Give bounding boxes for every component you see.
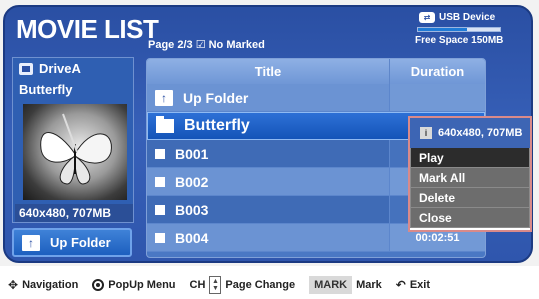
footer-navigation: Navigation	[22, 278, 79, 291]
checkbox[interactable]	[155, 176, 165, 187]
exit-icon: ↶	[395, 277, 406, 292]
drive-icon	[19, 62, 33, 75]
usb-device-label: USB Device	[439, 12, 496, 23]
menu-item-delete[interactable]: Delete	[410, 188, 530, 208]
drive-row: DriveA	[13, 58, 133, 76]
menu-item-mark-all[interactable]: Mark All	[410, 168, 530, 188]
ch-key: CH	[189, 278, 206, 291]
popup-info-text: 640x480, 707MB	[438, 127, 523, 139]
checkbox[interactable]	[155, 204, 165, 215]
info-icon: i	[420, 127, 432, 139]
row-duration	[389, 84, 485, 111]
drive-name: DriveA	[39, 61, 81, 76]
ok-button-icon	[92, 278, 105, 291]
usb-status: ⇄ USB Device Free Space 150MB	[415, 12, 511, 56]
usb-usage-fill	[418, 28, 468, 31]
table-header: Title Duration	[147, 59, 485, 84]
up-folder-button[interactable]: ↑ Up Folder	[12, 228, 132, 257]
footer-page-change: Page Change	[225, 278, 296, 291]
up-folder-button-label: Up Folder	[50, 235, 111, 250]
footer-mark: Mark	[356, 278, 382, 291]
key-guide: ✥ Navigation PopUp Menu CH ▲ ▼ Page Chang…	[0, 270, 539, 299]
row-title: B003	[175, 201, 209, 218]
row-title: B002	[175, 173, 209, 190]
row-title: B004	[175, 229, 209, 246]
folder-up-icon: ↑	[155, 89, 173, 106]
thumbnail-image	[23, 104, 127, 200]
free-space: Free Space 150MB	[415, 35, 504, 46]
navigation-arrows-icon: ✥	[8, 277, 19, 292]
page-info: Page 2/3 ☑ No Marked	[148, 39, 265, 51]
usb-icon: ⇄	[419, 12, 435, 23]
checkbox[interactable]	[155, 148, 165, 159]
footer-popup-menu: PopUp Menu	[108, 278, 176, 291]
preview-resolution: 640x480, 707MB	[15, 204, 133, 222]
column-title: Title	[254, 64, 282, 79]
column-duration: Duration	[389, 59, 485, 84]
checkbox[interactable]	[155, 232, 165, 243]
table-row-up-folder[interactable]: ↑ Up Folder	[147, 84, 485, 112]
menu-item-close[interactable]: Close	[410, 208, 530, 228]
footer-exit: Exit	[409, 278, 431, 291]
row-title: Butterfly	[184, 117, 250, 134]
usb-usage-bar	[417, 27, 501, 32]
butterfly-icon	[40, 113, 112, 185]
popup-menu: i 640x480, 707MB Play Mark All Delete Cl…	[408, 116, 532, 232]
menu-item-play[interactable]: Play	[410, 148, 530, 168]
chevron-updown-icon: ▲ ▼	[209, 275, 222, 294]
preview-panel: DriveA Butterfly 640x480, 707MB	[12, 57, 134, 223]
mark-key: MARK	[309, 275, 353, 294]
folder-icon	[156, 116, 174, 133]
folder-up-icon: ↑	[22, 234, 40, 251]
screen: MOVIE LIST Page 2/3 ☑ No Marked ⇄ USB De…	[0, 0, 539, 266]
preview-title: Butterfly	[19, 82, 73, 97]
popup-info: i 640x480, 707MB	[410, 118, 530, 148]
row-title: B001	[175, 145, 209, 162]
page-title: MOVIE LIST	[16, 14, 159, 44]
row-title: Up Folder	[183, 89, 249, 106]
